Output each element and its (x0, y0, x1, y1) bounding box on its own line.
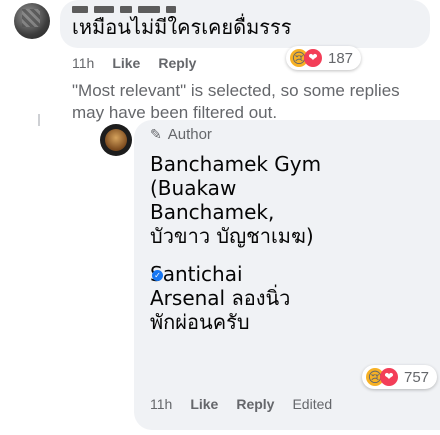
reply-button[interactable]: Reply (158, 55, 196, 71)
author-badge-label: Author (167, 126, 212, 143)
author-badge: ✎ Author (150, 126, 212, 143)
reply-line: Santichai (150, 262, 243, 286)
reply-line[interactable]: Banchamek Gym (150, 152, 420, 176)
edited-label: Edited (292, 396, 333, 412)
reply-button[interactable]: Reply (236, 396, 274, 412)
filter-notice: "Most relevant" is selected, so some rep… (72, 81, 400, 122)
like-button[interactable]: Like (112, 55, 140, 71)
redacted-commenter-name[interactable] (72, 6, 176, 13)
reply-time[interactable]: 11h (150, 396, 172, 412)
commenter-avatar[interactable] (14, 3, 50, 39)
reply-text: Banchamek Gym (Buakaw Banchamek, บัวขาว … (150, 152, 420, 334)
love-reaction-icon: ❤ (304, 49, 322, 67)
reply-meta-row: 11h Like Reply Edited (150, 396, 332, 412)
like-button[interactable]: Like (190, 396, 218, 412)
reaction-count: 757 (404, 368, 430, 386)
author-avatar[interactable] (100, 124, 132, 156)
reply-line[interactable]: บัวขาว บัญชาเมฆ) (150, 224, 420, 248)
reply-reactions[interactable]: 😢 ❤ 757 (362, 365, 438, 389)
reply-line: พักผ่อนครับ (150, 310, 250, 334)
verified-icon: ✓ (152, 270, 163, 281)
reply-line-spacer (150, 248, 420, 262)
reaction-icons: 😢 ❤ (290, 49, 322, 67)
reaction-count: 187 (328, 49, 354, 67)
thread-connector (38, 114, 40, 126)
reply-line[interactable]: Banchamek, (150, 200, 420, 224)
reaction-icons: 😢 ❤ (366, 368, 398, 386)
comment-time[interactable]: 11h (72, 55, 94, 71)
pen-icon: ✎ (150, 126, 162, 142)
comment-meta-row: 11h Like Reply (72, 55, 196, 71)
reply-line: Arsenal ลองนิ่ว (150, 286, 291, 310)
love-reaction-icon: ❤ (380, 368, 398, 386)
author-avatar-image (105, 129, 127, 151)
comment-text: เหมือนไม่มีใครเคยดื่มรรร (72, 15, 292, 39)
reply-line[interactable]: (Buakaw (150, 176, 420, 200)
comment-reactions[interactable]: 😢 ❤ 187 (286, 46, 362, 70)
